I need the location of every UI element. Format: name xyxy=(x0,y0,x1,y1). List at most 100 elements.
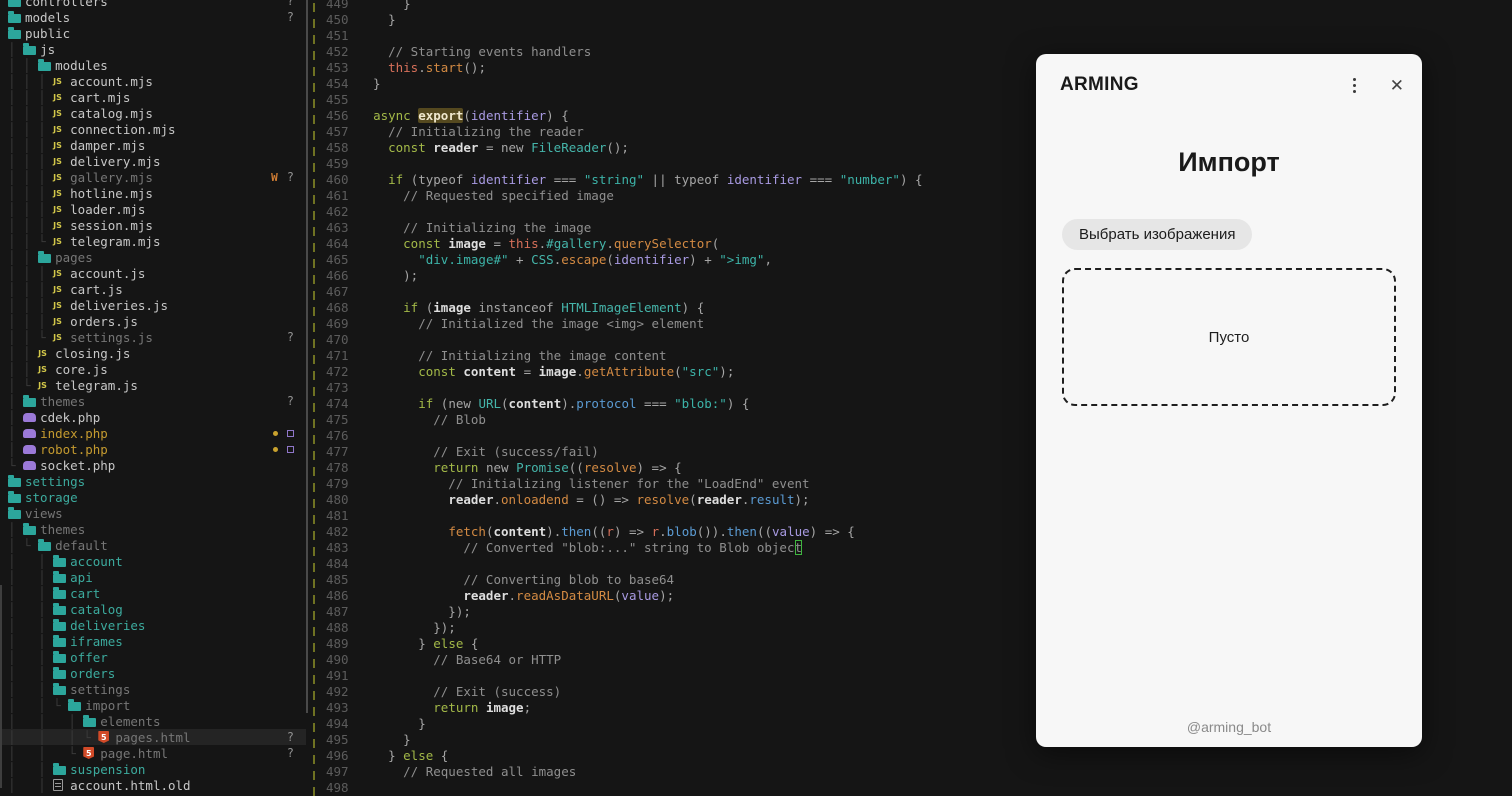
tree-item-label: public xyxy=(25,26,70,41)
line-number: 457 xyxy=(326,124,352,140)
tree-item-socket-php[interactable]: └ socket.php xyxy=(0,457,306,473)
tree-item-settings-js[interactable]: │ │ └ JSsettings.js? xyxy=(0,329,306,345)
tree-item-telegram-mjs[interactable]: │ │ └ JStelegram.mjs xyxy=(0,233,306,249)
tree-item-label: storage xyxy=(25,490,78,505)
php-icon xyxy=(23,445,36,454)
indent-guides: │ │ │ xyxy=(8,170,53,185)
tree-item-account-html-old[interactable]: │ │ account.html.old xyxy=(0,777,306,793)
folder-icon xyxy=(53,638,66,647)
tree-item-label: offer xyxy=(70,650,108,665)
tree-item-themes[interactable]: │ themes xyxy=(0,521,306,537)
line-number: 449 xyxy=(326,0,352,12)
folder-icon xyxy=(23,46,36,55)
tree-item-label: import xyxy=(85,698,130,713)
indent-guides: │ xyxy=(8,42,23,57)
select-images-button[interactable]: Выбрать изображения xyxy=(1062,219,1252,250)
javascript-icon: JS xyxy=(53,141,62,150)
kebab-menu-icon[interactable] xyxy=(1349,74,1360,97)
tree-item-session-mjs[interactable]: │ │ │ JSsession.mjs xyxy=(0,217,306,233)
line-number: 483 xyxy=(326,540,352,556)
tree-item-account-mjs[interactable]: │ │ │ JSaccount.mjs xyxy=(0,73,306,89)
indent-guides: │ │ xyxy=(8,554,53,569)
tree-item-label: suspension xyxy=(70,762,145,777)
window-scrollbar[interactable] xyxy=(0,585,2,788)
close-icon[interactable]: ✕ xyxy=(1390,77,1404,94)
line-number: 469 xyxy=(326,316,352,332)
tree-item-cart-js[interactable]: │ │ │ JScart.js xyxy=(0,281,306,297)
tree-item-label: telegram.js xyxy=(55,378,138,393)
code-line-497: 497 // Requested all images xyxy=(308,764,1512,780)
empty-dropzone[interactable]: Пусто xyxy=(1062,268,1396,406)
tree-item-elements[interactable]: │ │ │ elements xyxy=(0,713,306,729)
javascript-icon: JS xyxy=(53,173,62,182)
tree-item-themes[interactable]: │ themes? xyxy=(0,393,306,409)
tree-item-loader-mjs[interactable]: │ │ │ JSloader.mjs xyxy=(0,201,306,217)
tree-item-cdek-php[interactable]: │ cdek.php xyxy=(0,409,306,425)
tree-item-cart[interactable]: │ │ cart xyxy=(0,585,306,601)
line-number: 453 xyxy=(326,60,352,76)
folder-icon xyxy=(8,0,21,7)
tree-item-label: js xyxy=(40,42,55,57)
line-number: 461 xyxy=(326,188,352,204)
tree-item-pages-html[interactable]: │ │ │ └ 5pages.html? xyxy=(0,729,306,745)
tree-item-robot-php[interactable]: │ robot.php xyxy=(0,441,306,457)
tree-item-label: elements xyxy=(100,714,160,729)
tree-item-deliveries-js[interactable]: │ │ │ JSdeliveries.js xyxy=(0,297,306,313)
tree-item-models[interactable]: models? xyxy=(0,9,306,25)
modal-header-actions: ✕ xyxy=(1349,74,1404,97)
tree-item-offer[interactable]: │ │ offer xyxy=(0,649,306,665)
tree-item-api[interactable]: │ │ api xyxy=(0,569,306,585)
tree-item-iframes[interactable]: │ │ iframes xyxy=(0,633,306,649)
tree-item-pages[interactable]: │ │ pages xyxy=(0,249,306,265)
file-icon xyxy=(53,779,63,791)
tree-item-import[interactable]: │ │ └ import xyxy=(0,697,306,713)
indent-guides: │ │ │ └ xyxy=(8,730,98,745)
line-number: 475 xyxy=(326,412,352,428)
tree-item-catalog[interactable]: │ │ catalog xyxy=(0,601,306,617)
tree-item-public[interactable]: public xyxy=(0,25,306,41)
arming-modal: ARMING ✕ Импорт Выбрать изображения Пуст… xyxy=(1036,54,1422,747)
tree-item-suspension[interactable]: │ │ suspension xyxy=(0,761,306,777)
tree-item-controllers[interactable]: controllers? xyxy=(0,0,306,9)
line-number: 497 xyxy=(326,764,352,780)
tree-item-index-php[interactable]: │ index.php xyxy=(0,425,306,441)
tree-item-telegram-js[interactable]: │ └ JStelegram.js xyxy=(0,377,306,393)
tree-item-hotline-mjs[interactable]: │ │ │ JShotline.mjs xyxy=(0,185,306,201)
tree-item-label: cdek.php xyxy=(40,410,100,425)
tree-item-label: settings xyxy=(70,682,130,697)
javascript-icon: JS xyxy=(53,285,62,294)
tree-item-label: index.php xyxy=(40,426,108,441)
tree-item-deliveries[interactable]: │ │ deliveries xyxy=(0,617,306,633)
tree-item-connection-mjs[interactable]: │ │ │ JSconnection.mjs xyxy=(0,121,306,137)
tree-item-page-html[interactable]: │ │ └ 5page.html? xyxy=(0,745,306,761)
line-number: 488 xyxy=(326,620,352,636)
tree-item-delivery-mjs[interactable]: │ │ │ JSdelivery.mjs xyxy=(0,153,306,169)
tree-item-views[interactable]: views xyxy=(0,505,306,521)
line-number: 465 xyxy=(326,252,352,268)
tree-item-settings[interactable]: │ │ settings xyxy=(0,681,306,697)
tree-item-orders-js[interactable]: │ │ │ JSorders.js xyxy=(0,313,306,329)
tree-item-core-js[interactable]: │ │ JScore.js xyxy=(0,361,306,377)
tree-item-storage[interactable]: storage xyxy=(0,489,306,505)
tree-item-damper-mjs[interactable]: │ │ │ JSdamper.mjs xyxy=(0,137,306,153)
tree-item-label: orders xyxy=(70,666,115,681)
tree-item-account[interactable]: │ │ account xyxy=(0,553,306,569)
git-status-icon: ? xyxy=(287,330,294,344)
tree-item-orders[interactable]: │ │ orders xyxy=(0,665,306,681)
tree-item-default[interactable]: │ └ default xyxy=(0,537,306,553)
line-number: 455 xyxy=(326,92,352,108)
tree-item-js[interactable]: │ js xyxy=(0,41,306,57)
tree-item-cart-mjs[interactable]: │ │ │ JScart.mjs xyxy=(0,89,306,105)
tree-item-label: themes xyxy=(40,394,85,409)
file-tree[interactable]: controllers?models?public│ js│ │ modules… xyxy=(0,0,306,793)
javascript-icon: JS xyxy=(38,349,47,358)
tree-item-label: closing.js xyxy=(55,346,130,361)
tree-item-account-js[interactable]: │ │ │ JSaccount.js xyxy=(0,265,306,281)
tree-item-gallery-mjs[interactable]: │ │ │ JSgallery.mjsW? xyxy=(0,169,306,185)
tree-item-catalog-mjs[interactable]: │ │ │ JScatalog.mjs xyxy=(0,105,306,121)
tree-item-modules[interactable]: │ │ modules xyxy=(0,57,306,73)
tree-item-closing-js[interactable]: │ │ JSclosing.js xyxy=(0,345,306,361)
tree-item-settings[interactable]: settings xyxy=(0,473,306,489)
indent-guides: │ │ │ xyxy=(8,154,53,169)
tree-item-label: gallery.mjs xyxy=(70,170,153,185)
